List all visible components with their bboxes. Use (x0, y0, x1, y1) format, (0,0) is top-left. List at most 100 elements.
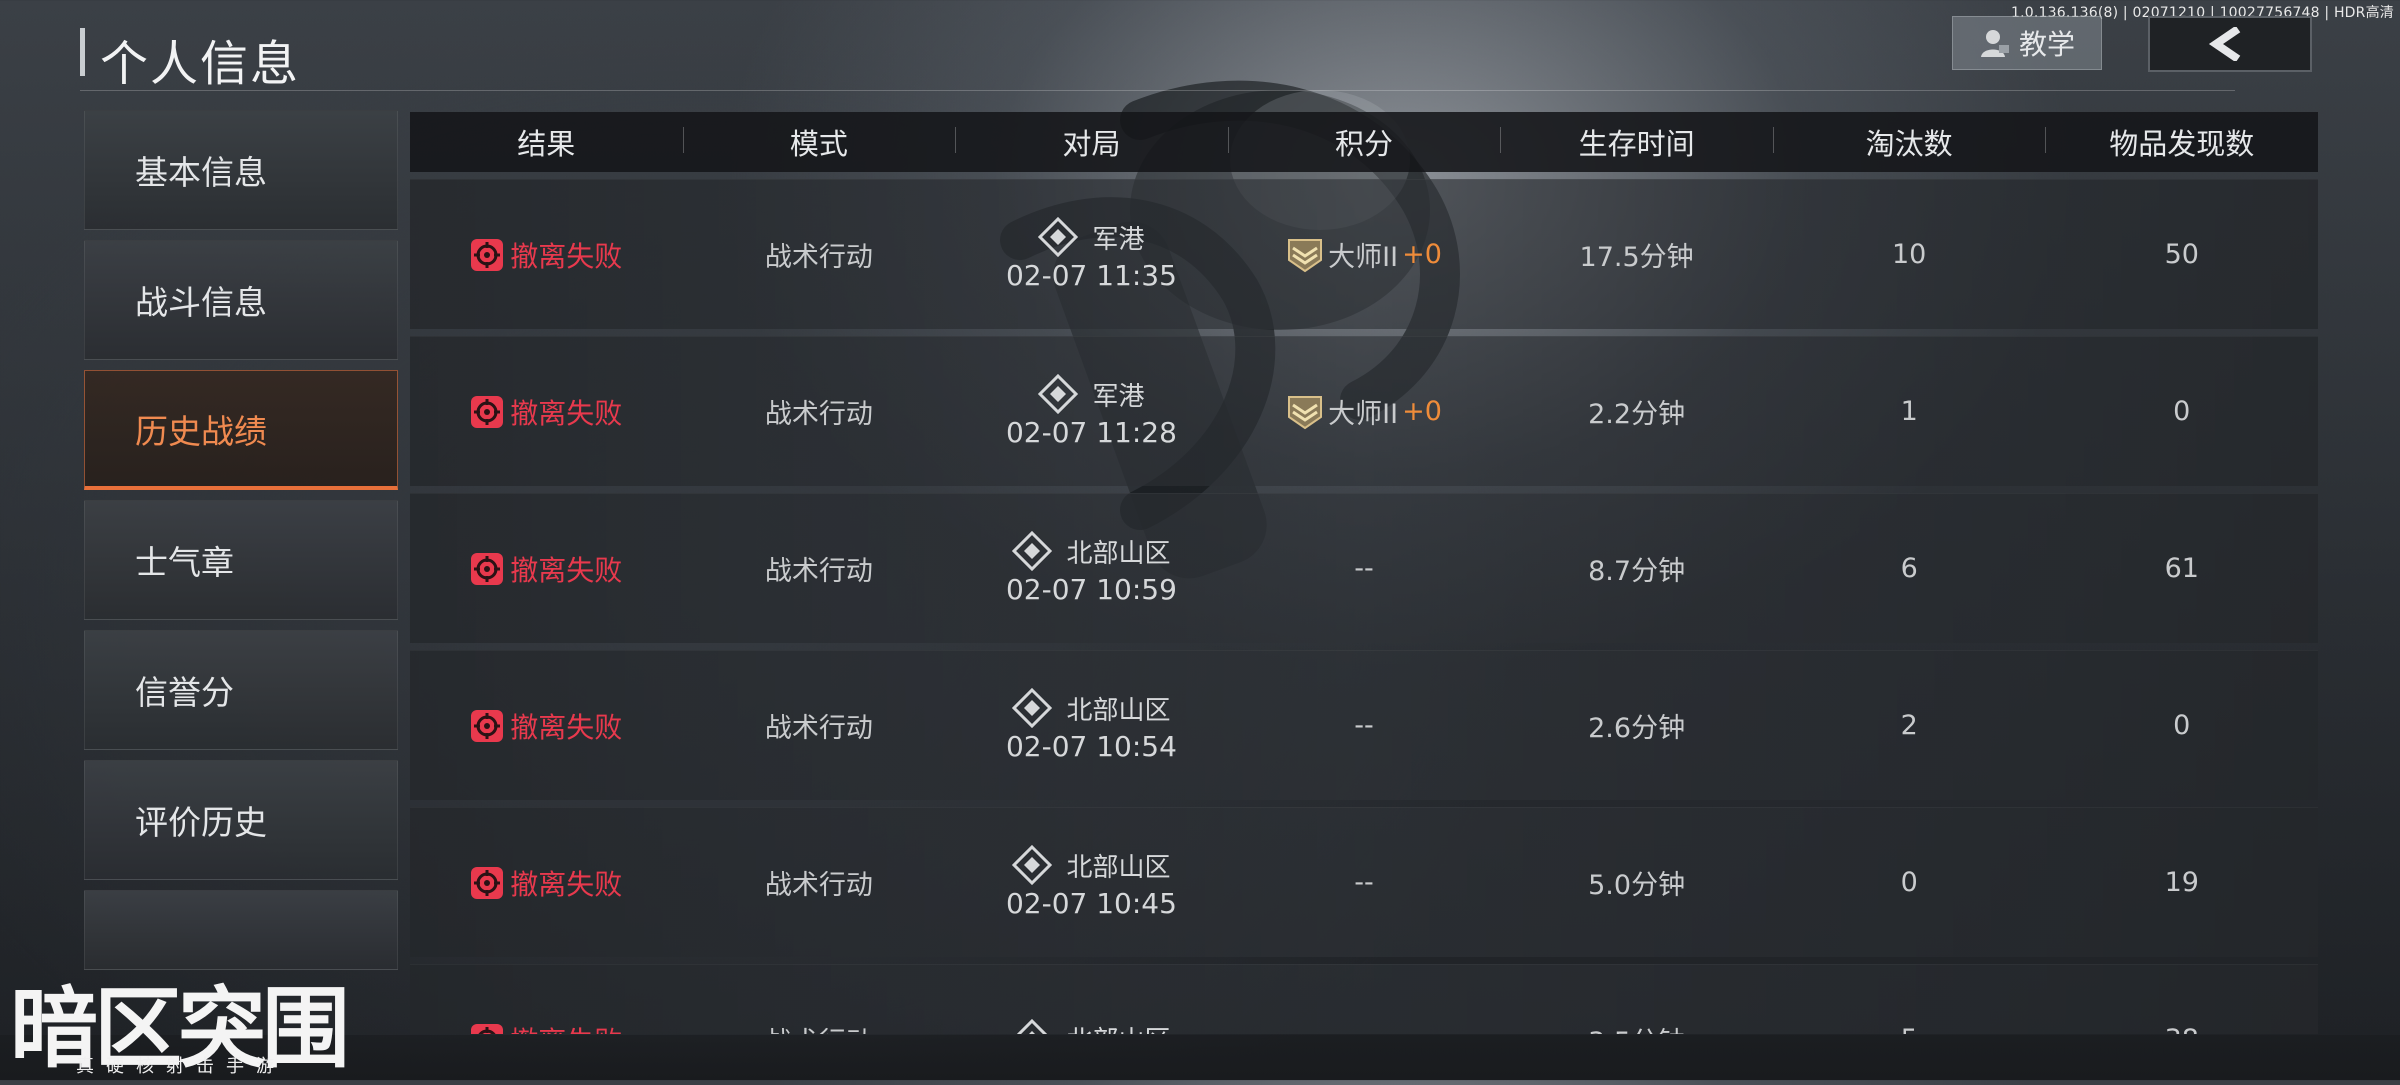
mode-cell: 战术行动 (764, 399, 873, 430)
result-text: 撤离失败 (510, 867, 623, 901)
sidebar-item-battle-info[interactable]: 战斗信息 (84, 240, 398, 360)
sidebar-item-label: 基本信息 (135, 153, 267, 192)
extraction-failed-icon (471, 709, 504, 742)
items-found-cell: 0 (2173, 710, 2191, 741)
result-cell: 撤离失败 (410, 392, 683, 432)
match-cell: 北部山区 02-07 10:59 (955, 531, 1228, 606)
items-found-cell: 0 (2173, 396, 2191, 427)
map-name: 北部山区 (1066, 1020, 1170, 1034)
table-row[interactable]: 撤离失败 战术行动 军港 02-07 11:28 大师II +0 2.2分钟 1… (410, 336, 2318, 486)
table-row[interactable]: 撤离失败 战术行动 北部山区 02-07 10:54 -- 2.6分钟 2 0 (410, 650, 2318, 800)
result-text: 撤离失败 (510, 396, 623, 430)
items-found-cell: 38 (2045, 1024, 2318, 1034)
mode-cell: 战术行动 (683, 1020, 956, 1034)
mode-cell: 战术行动 (764, 713, 873, 744)
map-name: 北部山区 (1066, 538, 1171, 569)
map-name: 军港 (1092, 381, 1145, 412)
column-header-eliminations: 淘汰数 (1772, 121, 2046, 163)
survival-time-cell: 2.2分钟 (1588, 399, 1686, 430)
survival-time-cell: 5.0分钟 (1588, 870, 1686, 901)
survival-time-cell: 2.6分钟 (1588, 713, 1686, 744)
eliminations-cell: 1 (1900, 396, 1918, 427)
sidebar-item-review-history[interactable]: 评价历史 (84, 760, 398, 880)
map-name: 军港 (1092, 224, 1145, 255)
tutorial-button[interactable]: 教学 (1952, 16, 2102, 70)
extraction-failed-icon (471, 395, 504, 428)
result-cell: 撤离失败 (410, 1020, 683, 1035)
page-title: 个人信息 (100, 36, 301, 92)
score-cell: 大师II +0 (1228, 235, 1501, 274)
tutorial-person-icon (1980, 30, 2009, 57)
match-time: 02-07 11:35 (1005, 259, 1177, 292)
sidebar-item-label: 战斗信息 (135, 283, 267, 322)
extraction-failed-icon (471, 866, 504, 899)
result-text: 撤离失败 (510, 710, 623, 744)
map-location-icon (1038, 374, 1079, 414)
sidebar-item-label: 评价历史 (135, 803, 267, 842)
eliminations-cell: 0 (1900, 867, 1918, 898)
sidebar-item-morale-badge[interactable]: 士气章 (84, 500, 398, 620)
rank-badge-icon (1288, 238, 1323, 272)
match-time: 02-07 11:28 (1005, 416, 1177, 449)
match-cell: 军港 02-07 11:35 (955, 217, 1228, 292)
mode-cell: 战术行动 (764, 242, 873, 273)
score-cell: -- (1228, 1024, 1501, 1034)
column-header-score: 积分 (1227, 121, 1501, 163)
result-text: 撤离失败 (510, 1020, 622, 1035)
title-accent-bar (80, 28, 85, 76)
survival-time-cell: 17.5分钟 (1579, 242, 1694, 273)
match-history-table: 结果 模式 对局 积分 生存时间 淘汰数 物品发现数 撤离失败 战术行动 军港 … (410, 112, 2318, 1034)
map-location-icon (1016, 1018, 1049, 1034)
mode-cell: 战术行动 (764, 556, 873, 587)
bottom-fade (0, 1035, 2400, 1080)
map-location-icon (1038, 217, 1079, 257)
table-row[interactable]: 撤离失败 战术行动 军港 02-07 11:35 大师II +0 17.5分钟 … (410, 179, 2318, 329)
column-header-items-found: 物品发现数 (2045, 121, 2318, 163)
result-cell: 撤离失败 (410, 706, 683, 746)
title-bar: 个人信息 (80, 22, 2235, 92)
score-cell: 大师II +0 (1228, 392, 1501, 431)
sidebar-item-credit-score[interactable]: 信誉分 (84, 630, 398, 750)
eliminations-cell: 5 (1773, 1024, 2046, 1034)
sidebar-item-label: 信誉分 (135, 673, 234, 712)
column-header-mode: 模式 (682, 121, 956, 163)
items-found-cell: 19 (2164, 867, 2199, 898)
column-header-result: 结果 (517, 127, 576, 161)
table-row[interactable]: 撤离失败 战术行动 北部山区 02-07 10:59 -- 8.7分钟 6 61 (410, 493, 2318, 643)
column-header-survival-time: 生存时间 (1500, 121, 1773, 163)
tutorial-label: 教学 (2018, 28, 2075, 61)
match-cell: 北部山区 02-07 10:45 (955, 845, 1228, 920)
map-location-icon (1012, 531, 1053, 571)
sidebar-item-match-history[interactable]: 历史战绩 (84, 370, 398, 490)
map-location-icon (1012, 845, 1053, 885)
match-time: 02-07 10:45 (1005, 887, 1177, 920)
match-cell: 北部山区 (955, 1018, 1228, 1034)
items-found-cell: 50 (2164, 239, 2199, 270)
table-header: 结果 模式 对局 积分 生存时间 淘汰数 物品发现数 (410, 112, 2318, 172)
logo-subtitle: 真硬核射击手游 (76, 1056, 286, 1077)
column-header-match: 对局 (955, 121, 1228, 163)
back-arrow-icon (2208, 27, 2241, 61)
back-button[interactable] (2148, 16, 2312, 72)
extraction-failed-icon (471, 552, 504, 585)
match-cell: 北部山区 02-07 10:54 (955, 688, 1228, 763)
eliminations-cell: 6 (1900, 553, 1918, 584)
rank-name: 大师II (1328, 399, 1399, 430)
sidebar-item-label: 士气章 (135, 543, 234, 582)
game-logo: 暗区突围 真硬核射击手游 (10, 958, 360, 1080)
match-time: 02-07 10:59 (1005, 573, 1177, 606)
result-cell: 撤离失败 (410, 863, 683, 903)
table-row[interactable]: 撤离失败 战术行动 北部山区 02-07 10:45 -- 5.0分钟 0 19 (410, 807, 2318, 957)
result-cell: 撤离失败 (410, 235, 683, 275)
sidebar-item-basic-info[interactable]: 基本信息 (84, 110, 398, 230)
table-row[interactable]: 撤离失败 战术行动 北部山区 -- 3.5分钟 5 38 (410, 964, 2318, 1034)
rank-delta: +0 (1402, 239, 1442, 270)
result-text: 撤离失败 (510, 239, 623, 273)
score-cell: -- (1354, 553, 1374, 584)
items-found-cell: 61 (2164, 553, 2199, 584)
sidebar-item-label: 历史战绩 (135, 411, 267, 451)
mode-cell: 战术行动 (764, 870, 873, 901)
extraction-failed-icon (471, 1023, 504, 1034)
sidebar: 基本信息 战斗信息 历史战绩 士气章 信誉分 评价历史 (84, 110, 400, 980)
eliminations-cell: 2 (1900, 710, 1918, 741)
